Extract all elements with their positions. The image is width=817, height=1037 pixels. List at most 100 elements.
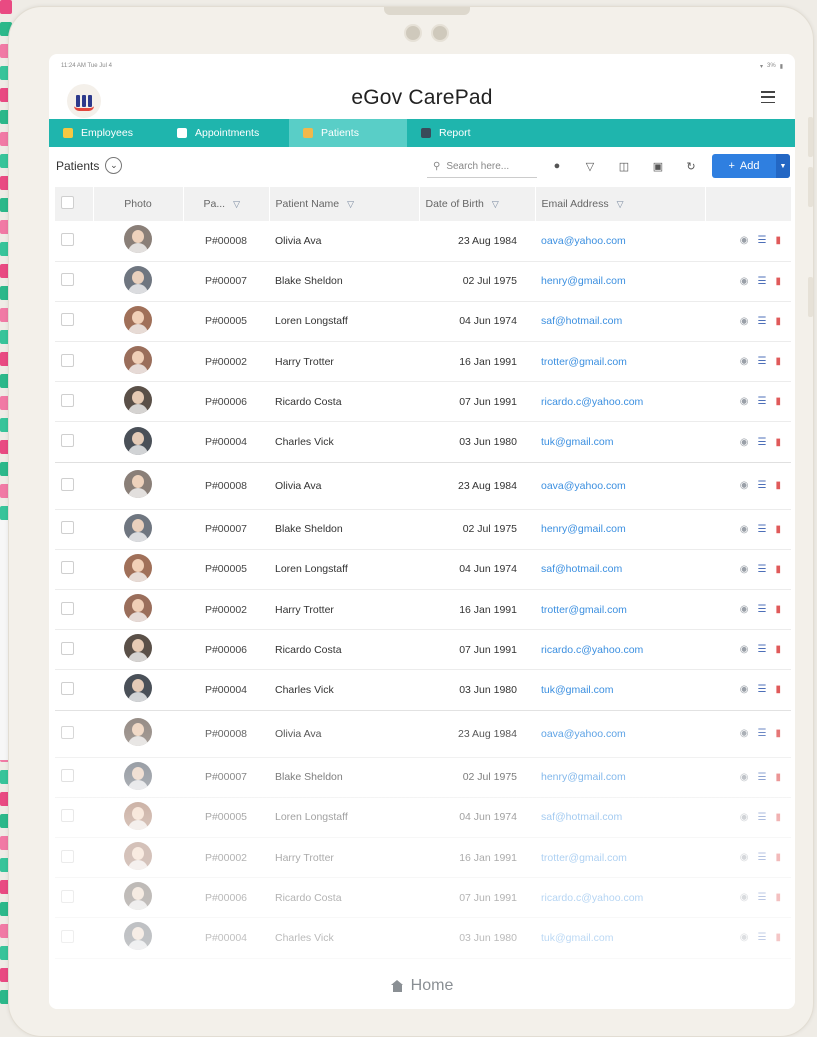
edit-icon[interactable]: ☰ bbox=[758, 604, 767, 615]
email-cell[interactable]: ricardo.c@yahoo.com bbox=[535, 877, 705, 919]
view-icon[interactable]: ◉ bbox=[740, 684, 749, 695]
column-header[interactable]: Photo bbox=[93, 187, 184, 221]
email-cell[interactable]: oava@yahoo.com bbox=[535, 462, 705, 510]
edit-icon[interactable]: ☰ bbox=[758, 932, 767, 943]
row-checkbox[interactable] bbox=[61, 889, 74, 903]
delete-icon[interactable]: ▮ bbox=[775, 564, 781, 575]
table-row[interactable]: P#00008 Olivia Ava 23 Aug 1984 oava@yahoo.c… bbox=[55, 221, 791, 262]
delete-icon[interactable]: ▮ bbox=[775, 316, 781, 327]
delete-icon[interactable]: ▮ bbox=[775, 772, 781, 783]
row-checkbox[interactable] bbox=[61, 725, 74, 739]
view-icon[interactable]: ◉ bbox=[740, 524, 749, 535]
add-dropdown-caret-icon[interactable]: ▼ bbox=[776, 154, 790, 178]
lock-icon[interactable]: ▣ bbox=[650, 158, 666, 174]
edit-icon[interactable]: ☰ bbox=[758, 564, 767, 575]
search-input[interactable]: ⚲ Search here... bbox=[427, 155, 537, 178]
view-icon[interactable]: ◉ bbox=[740, 356, 749, 367]
edit-icon[interactable]: ☰ bbox=[758, 852, 767, 863]
tab-appointments[interactable]: Appointments bbox=[163, 119, 289, 147]
select-all-checkbox[interactable] bbox=[61, 196, 74, 209]
columns-icon[interactable]: ◫ bbox=[616, 158, 632, 174]
table-row[interactable]: P#00004 Charles Vick 03 Jun 1980 tuk@gmail.… bbox=[55, 669, 791, 711]
row-checkbox[interactable] bbox=[61, 809, 74, 823]
edit-icon[interactable]: ☰ bbox=[758, 480, 767, 491]
edit-icon[interactable]: ☰ bbox=[758, 276, 767, 287]
table-row[interactable]: P#00006 Ricardo Costa 07 Jun 1991 ricardo.c… bbox=[55, 629, 791, 671]
row-checkbox[interactable] bbox=[61, 681, 74, 695]
view-icon[interactable]: ◉ bbox=[740, 728, 749, 739]
home-button[interactable]: Home bbox=[49, 962, 795, 1009]
view-icon[interactable]: ◉ bbox=[740, 892, 749, 903]
row-checkbox[interactable] bbox=[61, 601, 74, 615]
table-row[interactable]: P#00007 Blake Sheldon 02 Jul 1975 henry@gma… bbox=[55, 509, 791, 550]
delete-icon[interactable]: ▮ bbox=[775, 437, 781, 448]
delete-icon[interactable]: ▮ bbox=[775, 396, 781, 407]
edit-icon[interactable]: ☰ bbox=[758, 316, 767, 327]
table-row[interactable]: P#00005 Loren Longstaff 04 Jun 1974 saf@hot… bbox=[55, 301, 791, 343]
table-row[interactable]: P#00007 Blake Sheldon 02 Jul 1975 henry@gma… bbox=[55, 261, 791, 302]
chevron-down-icon[interactable]: ⌄ bbox=[105, 157, 123, 174]
view-icon[interactable]: ◉ bbox=[740, 235, 749, 246]
delete-icon[interactable]: ▮ bbox=[775, 728, 781, 739]
delete-icon[interactable]: ▮ bbox=[775, 892, 781, 903]
edit-icon[interactable]: ☰ bbox=[758, 812, 767, 823]
edit-icon[interactable]: ☰ bbox=[758, 728, 767, 739]
delete-icon[interactable]: ▮ bbox=[775, 852, 781, 863]
row-checkbox[interactable] bbox=[61, 434, 74, 448]
view-icon[interactable]: ◉ bbox=[740, 812, 749, 823]
edit-icon[interactable]: ☰ bbox=[758, 684, 767, 695]
view-icon[interactable]: ◉ bbox=[740, 276, 749, 287]
table-row[interactable]: P#00004 Charles Vick 03 Jun 1980 tuk@gmail.… bbox=[55, 421, 791, 463]
edit-icon[interactable]: ☰ bbox=[758, 772, 767, 783]
edit-icon[interactable]: ☰ bbox=[758, 235, 767, 246]
delete-icon[interactable]: ▮ bbox=[775, 235, 781, 246]
edit-icon[interactable]: ☰ bbox=[758, 437, 767, 448]
delete-icon[interactable]: ▮ bbox=[775, 524, 781, 535]
row-checkbox[interactable] bbox=[61, 393, 74, 407]
columns-logo-icon[interactable] bbox=[67, 84, 101, 118]
tab-report[interactable]: Report bbox=[407, 119, 497, 147]
delete-icon[interactable]: ▮ bbox=[775, 812, 781, 823]
table-row[interactable]: P#00008 Olivia Ava 23 Aug 1984 oava@yahoo.c… bbox=[55, 710, 791, 758]
filter-icon[interactable]: ▽ bbox=[582, 158, 598, 174]
table-row[interactable]: P#00006 Ricardo Costa 07 Jun 1991 ricardo.c… bbox=[55, 877, 791, 919]
edit-icon[interactable]: ☰ bbox=[758, 356, 767, 367]
email-cell[interactable]: oava@yahoo.com bbox=[535, 221, 705, 262]
view-icon[interactable]: ◉ bbox=[740, 604, 749, 615]
view-icon[interactable]: ◉ bbox=[740, 644, 749, 655]
row-checkbox[interactable] bbox=[61, 641, 74, 655]
delete-icon[interactable]: ▮ bbox=[775, 644, 781, 655]
view-icon[interactable]: ◉ bbox=[740, 396, 749, 407]
refresh-icon[interactable]: ↻ bbox=[683, 158, 699, 174]
email-cell[interactable]: saf@hotmail.com bbox=[535, 797, 705, 838]
tab-patients[interactable]: Patients bbox=[289, 119, 407, 147]
tab-employees[interactable]: Employees bbox=[49, 119, 163, 147]
row-checkbox[interactable] bbox=[61, 849, 74, 863]
table-row[interactable]: P#00005 Loren Longstaff 04 Jun 1974 saf@hot… bbox=[55, 549, 791, 591]
table-row[interactable]: P#00005 Loren Longstaff 04 Jun 1974 saf@hot… bbox=[55, 797, 791, 838]
row-checkbox[interactable] bbox=[61, 769, 74, 783]
email-cell[interactable]: oava@yahoo.com bbox=[535, 710, 705, 758]
edit-icon[interactable]: ☰ bbox=[758, 396, 767, 407]
email-cell[interactable]: tuk@gmail.com bbox=[535, 669, 705, 711]
delete-icon[interactable]: ▮ bbox=[775, 932, 781, 943]
email-cell[interactable]: ricardo.c@yahoo.com bbox=[535, 629, 705, 671]
delete-icon[interactable]: ▮ bbox=[775, 684, 781, 695]
email-cell[interactable]: henry@gmail.com bbox=[535, 509, 705, 550]
edit-icon[interactable]: ☰ bbox=[758, 524, 767, 535]
email-cell[interactable]: trotter@gmail.com bbox=[535, 837, 705, 879]
column-header[interactable]: Patient Name ▽ bbox=[269, 187, 420, 221]
delete-icon[interactable]: ▮ bbox=[775, 276, 781, 287]
table-row[interactable]: P#00002 Harry Trotter 16 Jan 1991 trotter@g… bbox=[55, 341, 791, 383]
email-cell[interactable]: tuk@gmail.com bbox=[535, 917, 705, 959]
column-header[interactable] bbox=[705, 187, 792, 221]
table-row[interactable]: P#00002 Harry Trotter 16 Jan 1991 trotter@g… bbox=[55, 837, 791, 879]
table-row[interactable]: P#00007 Blake Sheldon 02 Jul 1975 henry@gma… bbox=[55, 757, 791, 798]
view-icon[interactable]: ◉ bbox=[740, 852, 749, 863]
row-checkbox[interactable] bbox=[61, 929, 74, 943]
row-checkbox[interactable] bbox=[61, 313, 74, 327]
column-header[interactable]: Pa... ▽ bbox=[183, 187, 270, 221]
globe-icon[interactable]: ● bbox=[549, 158, 565, 174]
email-cell[interactable]: saf@hotmail.com bbox=[535, 301, 705, 343]
email-cell[interactable]: saf@hotmail.com bbox=[535, 549, 705, 591]
